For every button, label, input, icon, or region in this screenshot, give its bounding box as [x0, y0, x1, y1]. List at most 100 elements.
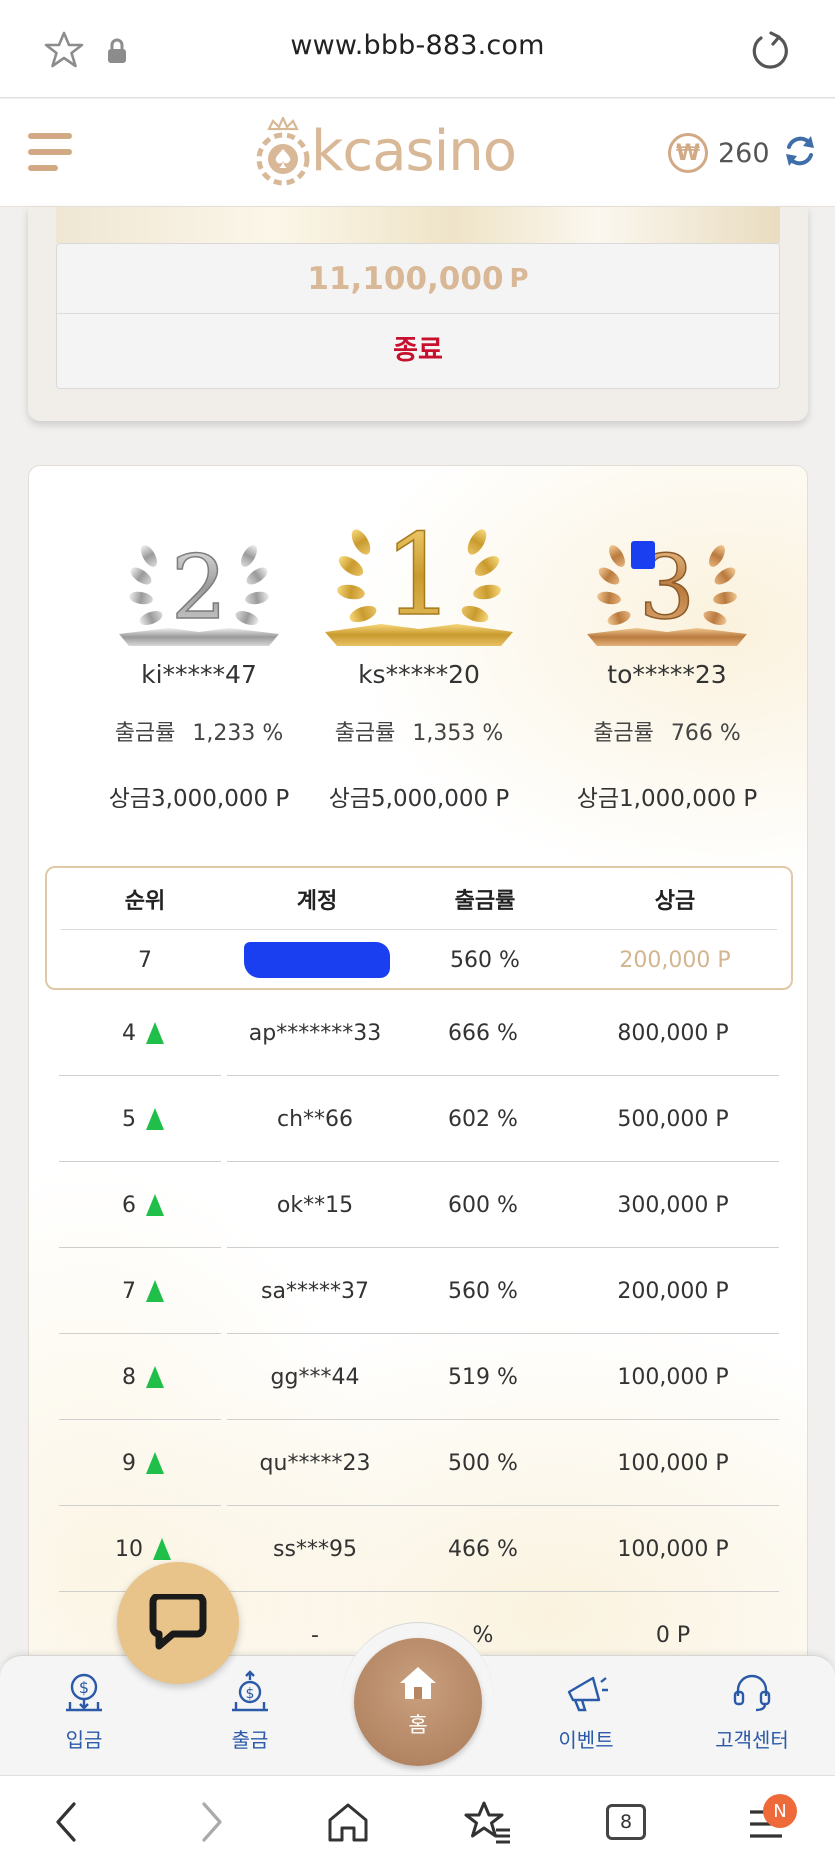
my-rank-row: 7 560 % 200,000 P — [61, 930, 777, 990]
row-rate: 602 % — [448, 1106, 518, 1132]
row-rate: 519 % — [448, 1364, 518, 1390]
row-prize: 200,000 P — [617, 1278, 729, 1304]
table-row: 5 ch**66 602 % 500,000 P — [59, 1076, 779, 1162]
row-prize: 300,000 P — [617, 1192, 729, 1218]
notification-badge: N — [763, 1794, 797, 1828]
row-rate: 560 % — [448, 1278, 518, 1304]
header-account: 계정 — [296, 888, 338, 914]
row-rank: 6 — [122, 1192, 136, 1218]
forward-icon[interactable] — [196, 1800, 226, 1848]
podium-prize: 상금5,000,000 P — [328, 786, 510, 812]
nav-deposit[interactable]: $ 입금 — [24, 1670, 144, 1753]
my-rate: 560 % — [450, 947, 520, 973]
browser-address-bar: www.bbb-883.com — [0, 0, 835, 98]
ranking-card: 2 ki*****47 출금률 1,233 % 상금3,000,000 P 1 — [28, 465, 808, 1765]
podium-prize: 상금3,000,000 P — [108, 786, 290, 812]
svg-text:1: 1 — [383, 511, 454, 641]
my-rank: 7 — [138, 947, 152, 973]
nav-home-button[interactable]: 홈 — [354, 1638, 482, 1766]
table-row: 8 gg***44 519 % 100,000 P — [59, 1334, 779, 1420]
row-account: ss***95 — [273, 1536, 357, 1562]
my-account-redacted — [233, 930, 401, 990]
home-icon — [400, 1667, 436, 1699]
my-prize: 200,000 P — [619, 947, 731, 973]
row-account: ap*******33 — [248, 1020, 382, 1046]
podium-third: 3 to*****23 출금률 766 % 상금1,000,000 P — [547, 506, 787, 813]
jackpot-amount: 11,100,000 P — [57, 244, 779, 314]
trend-up-icon — [146, 1194, 164, 1216]
jackpot-status: 종료 — [393, 334, 443, 366]
trend-up-icon — [146, 1280, 164, 1302]
logo-text: kcasino — [311, 119, 517, 184]
podium-first: 1 ks*****20 출금률 1,353 % 상금5,000,000 P — [299, 496, 539, 813]
row-rank: 10 — [115, 1536, 143, 1562]
url-text[interactable]: www.bbb-883.com — [0, 30, 835, 61]
browser-toolbar: 8 N — [0, 1775, 835, 1873]
podium-second: 2 ki*****47 출금률 1,233 % 상금3,000,000 P — [79, 506, 319, 813]
header-rate: 출금률 — [454, 888, 516, 914]
header-prize: 상금 — [654, 888, 696, 914]
podium-name: ks*****20 — [358, 660, 480, 689]
jackpot-box: 11,100,000 P 종료 — [56, 243, 780, 389]
podium-rate: 766 % — [670, 721, 741, 746]
nav-support[interactable]: 고객센터 — [692, 1670, 812, 1753]
live-chat-button[interactable] — [117, 1562, 239, 1684]
nav-deposit-label: 입금 — [65, 1728, 103, 1752]
reload-icon[interactable] — [748, 30, 790, 76]
table-row: 4 ap*******33 666 % 800,000 P — [59, 990, 779, 1076]
header-rank: 순위 — [124, 888, 166, 914]
jackpot-amount-value: 11,100,000 — [307, 260, 504, 297]
trend-up-icon — [153, 1538, 171, 1560]
svg-text:$: $ — [79, 1678, 89, 1697]
redaction-marker — [631, 541, 655, 569]
megaphone-icon — [567, 1676, 608, 1712]
podium-prize: 상금1,000,000 P — [576, 786, 758, 812]
nav-home-label: 홈 — [408, 1713, 428, 1737]
nav-event-label: 이벤트 — [558, 1728, 614, 1752]
podium-rate-label: 출금률 — [114, 721, 176, 746]
silver-laurel-icon: 2 — [119, 535, 279, 646]
menu-hamburger-icon[interactable] — [28, 130, 72, 174]
row-rate: 666 % — [448, 1020, 518, 1046]
nav-withdraw[interactable]: $ 출금 — [190, 1670, 310, 1753]
balance-amount: 260 — [718, 137, 770, 169]
row-prize: 800,000 P — [617, 1020, 729, 1046]
row-prize: 100,000 P — [617, 1536, 729, 1562]
row-prize: 100,000 P — [617, 1364, 729, 1390]
nav-event[interactable]: 이벤트 — [526, 1670, 646, 1753]
table-header-box: 순위 계정 출금률 상금 7 560 % 200,000 P — [45, 866, 793, 990]
row-rate: 500 % — [448, 1450, 518, 1476]
trend-up-icon — [146, 1108, 164, 1130]
podium-name: to*****23 — [607, 660, 727, 689]
bookmarks-icon[interactable] — [464, 1800, 512, 1848]
balance-display: ₩ 260 — [668, 132, 818, 174]
tabs-count-icon[interactable]: 8 — [606, 1804, 646, 1840]
site-header: kcasino ₩ 260 — [0, 99, 835, 207]
nav-withdraw-label: 출금 — [231, 1728, 269, 1752]
refresh-balance-icon[interactable] — [782, 133, 818, 173]
kcasino-logo[interactable]: kcasino — [255, 117, 545, 189]
deposit-icon: $ — [66, 1673, 102, 1712]
nav-support-label: 고객센터 — [715, 1728, 789, 1752]
withdraw-icon: $ — [232, 1670, 268, 1712]
table-row: 9 qu*****23 500 % 100,000 P — [59, 1420, 779, 1506]
back-icon[interactable] — [52, 1800, 82, 1848]
chat-bubble-icon — [149, 1594, 207, 1650]
svg-text:2: 2 — [171, 536, 227, 639]
podium-rate: 1,233 % — [192, 721, 284, 746]
bronze-laurel-icon: 3 — [587, 535, 747, 646]
row-prize: 100,000 P — [617, 1450, 729, 1476]
podium-rate-label: 출금률 — [334, 721, 396, 746]
headset-icon — [733, 1674, 771, 1712]
row-rank: 7 — [122, 1278, 136, 1304]
podium-rate-label: 출금률 — [593, 721, 654, 746]
trend-up-icon — [146, 1022, 164, 1044]
podium-rate: 1,353 % — [412, 721, 504, 746]
trend-up-icon — [146, 1452, 164, 1474]
row-account: sa*****37 — [261, 1278, 369, 1304]
jackpot-amount-unit: P — [509, 263, 529, 294]
row-rate: 600 % — [448, 1192, 518, 1218]
row-rank: 9 — [122, 1450, 136, 1476]
home-browser-icon[interactable] — [326, 1800, 370, 1848]
row-account: gg***44 — [270, 1364, 360, 1390]
